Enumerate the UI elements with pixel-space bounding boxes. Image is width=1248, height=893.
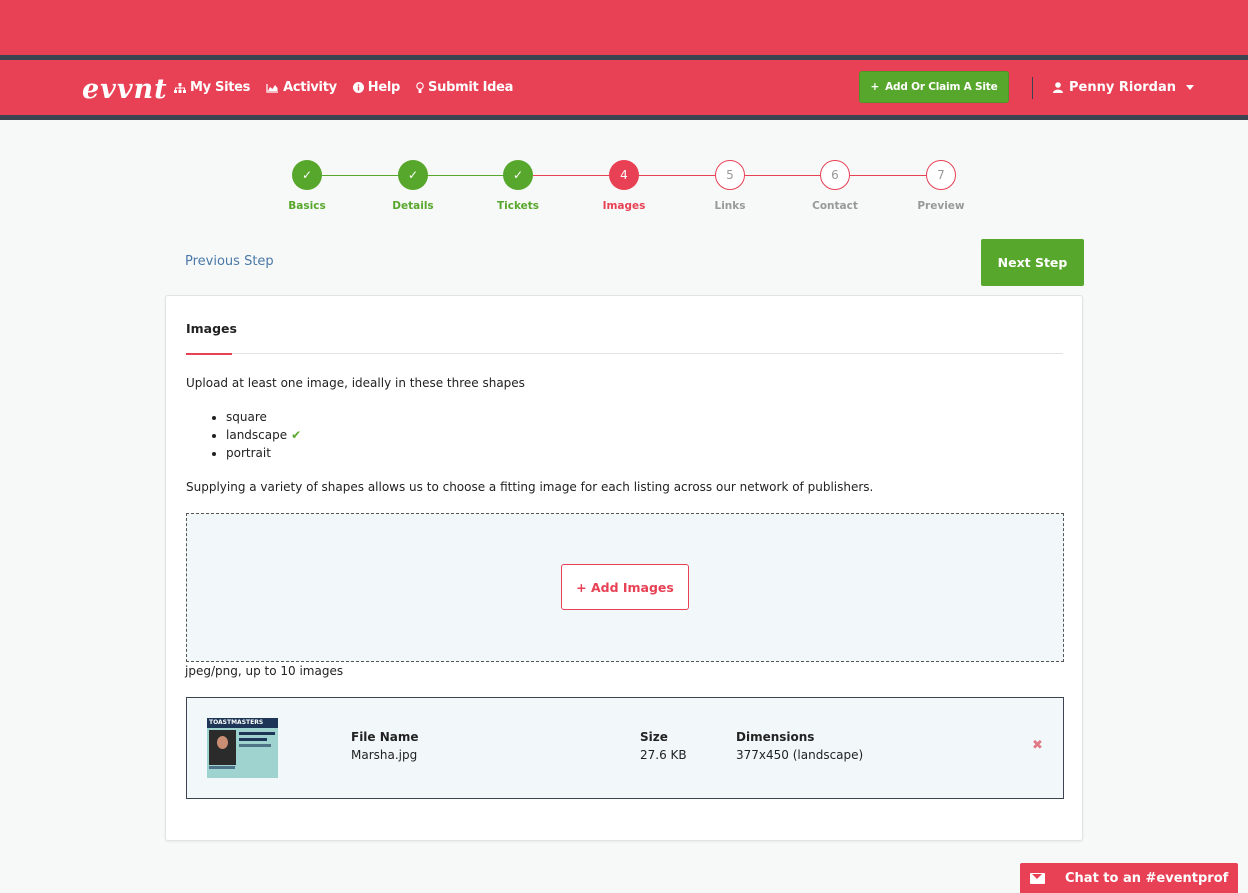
nav-help[interactable]: Help <box>352 80 401 95</box>
step-images[interactable]: 4 Images <box>584 160 664 212</box>
upload-hint: jpeg/png, up to 10 images <box>185 664 344 678</box>
progress-stepper: ✓ Basics ✓ Details ✓ Tickets 4 Images 5 … <box>0 160 1248 220</box>
nav-my-sites[interactable]: My Sites <box>174 80 250 95</box>
nav-submit-idea[interactable]: Submit Idea <box>416 80 513 95</box>
caret-down-icon <box>1186 85 1194 90</box>
nav-activity[interactable]: Activity <box>266 80 337 95</box>
file-name-value: Marsha.jpg <box>351 748 418 762</box>
tab-divider <box>186 353 1063 354</box>
sitemap-icon <box>174 82 186 93</box>
nav-activity-label: Activity <box>283 80 337 95</box>
tab-images[interactable]: Images <box>186 321 237 336</box>
thumbnail-text-line <box>209 766 235 769</box>
upload-instructions: Upload at least one image, ideally in th… <box>186 376 525 390</box>
check-icon: ✔ <box>291 428 302 442</box>
next-step-button[interactable]: Next Step <box>981 239 1084 286</box>
shape-item-square: square <box>226 408 301 426</box>
chat-label: Chat to an #eventprof <box>1065 870 1229 886</box>
navbar: evvnt My Sites Activity Help Submit Idea… <box>0 55 1248 120</box>
thumbnail-photo <box>209 730 236 765</box>
user-icon <box>1053 82 1063 93</box>
evvnt-logo[interactable]: evvnt <box>82 74 168 105</box>
step-basics-check-icon: ✓ <box>292 160 322 190</box>
step-preview-number: 7 <box>926 160 956 190</box>
plus-icon: + <box>870 81 880 93</box>
nav-links: My Sites Activity Help Submit Idea <box>174 80 513 95</box>
add-images-button[interactable]: + Add Images <box>561 564 689 610</box>
previous-step-link[interactable]: Previous Step <box>185 254 274 269</box>
step-contact[interactable]: 6 Contact <box>795 160 875 212</box>
shape-portrait-label: portrait <box>226 446 271 460</box>
user-name: Penny Riordan <box>1069 80 1176 95</box>
envelope-icon <box>1030 872 1045 884</box>
step-links-label: Links <box>714 200 746 212</box>
image-thumbnail[interactable]: TOASTMASTERS <box>207 718 278 778</box>
shape-landscape-label: landscape <box>226 428 288 442</box>
step-tickets-label: Tickets <box>496 200 540 212</box>
nav-help-label: Help <box>367 80 401 95</box>
shape-list: square landscape✔ portrait <box>206 408 301 462</box>
add-or-claim-site-label: Add Or Claim A Site <box>885 81 998 93</box>
step-basics[interactable]: ✓ Basics <box>267 160 347 212</box>
shape-item-landscape: landscape✔ <box>226 426 301 444</box>
step-tickets[interactable]: ✓ Tickets <box>478 160 558 212</box>
step-preview[interactable]: 7 Preview <box>901 160 981 212</box>
uploaded-file-row: TOASTMASTERS File Name Marsha.jpg Size 2… <box>186 697 1064 799</box>
step-preview-label: Preview <box>917 200 965 212</box>
file-name-header: File Name <box>351 730 419 744</box>
top-banner <box>0 0 1248 55</box>
size-header: Size <box>640 730 668 744</box>
nav-submit-idea-label: Submit Idea <box>428 80 514 95</box>
thumbnail-title: TOASTMASTERS <box>207 718 278 728</box>
info-circle-icon <box>352 82 364 93</box>
thumbnail-text-line <box>239 744 271 747</box>
shape-square-label: square <box>226 410 267 424</box>
step-basics-label: Basics <box>288 200 326 212</box>
thumbnail-text-line <box>239 732 275 735</box>
step-contact-label: Contact <box>812 200 858 212</box>
thumbnail-text-line <box>239 738 267 741</box>
chat-button[interactable]: Chat to an #eventprof <box>1020 863 1238 893</box>
step-images-number: 4 <box>609 160 639 190</box>
variety-note: Supplying a variety of shapes allows us … <box>186 480 874 494</box>
nav-divider <box>1032 77 1033 99</box>
step-images-label: Images <box>602 200 646 212</box>
image-dropzone[interactable]: + Add Images <box>186 513 1064 662</box>
dimensions-header: Dimensions <box>736 730 815 744</box>
thumbnail-face <box>217 736 228 749</box>
step-links-number: 5 <box>715 160 745 190</box>
step-details-check-icon: ✓ <box>398 160 428 190</box>
step-contact-number: 6 <box>820 160 850 190</box>
step-details[interactable]: ✓ Details <box>373 160 453 212</box>
nav-my-sites-label: My Sites <box>190 80 251 95</box>
area-chart-icon <box>266 83 279 93</box>
add-or-claim-site-button[interactable]: + Add Or Claim A Site <box>859 71 1009 103</box>
step-tickets-check-icon: ✓ <box>503 160 533 190</box>
images-card: Images Upload at least one image, ideall… <box>165 295 1083 841</box>
step-links[interactable]: 5 Links <box>690 160 770 212</box>
dimensions-value: 377x450 (landscape) <box>736 748 864 762</box>
step-details-label: Details <box>392 200 434 212</box>
user-menu[interactable]: Penny Riordan <box>1053 80 1194 95</box>
tab-active-indicator <box>186 353 232 355</box>
size-value: 27.6 KB <box>640 748 687 762</box>
remove-file-icon[interactable]: ✖ <box>1032 738 1043 753</box>
shape-item-portrait: portrait <box>226 444 301 462</box>
lightbulb-icon <box>416 81 424 93</box>
